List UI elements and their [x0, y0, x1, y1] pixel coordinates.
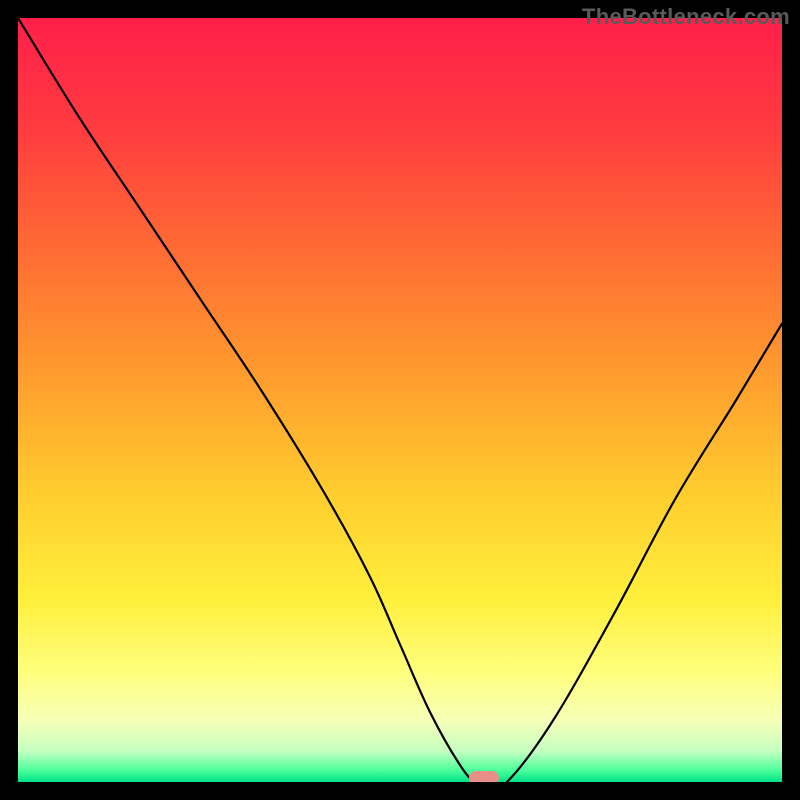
watermark-label: TheBottleneck.com [582, 4, 790, 30]
plot-svg [18, 18, 782, 782]
minimum-marker [469, 771, 499, 782]
gradient-background [18, 18, 782, 782]
plot-area [18, 18, 782, 782]
chart-frame: TheBottleneck.com [0, 0, 800, 800]
